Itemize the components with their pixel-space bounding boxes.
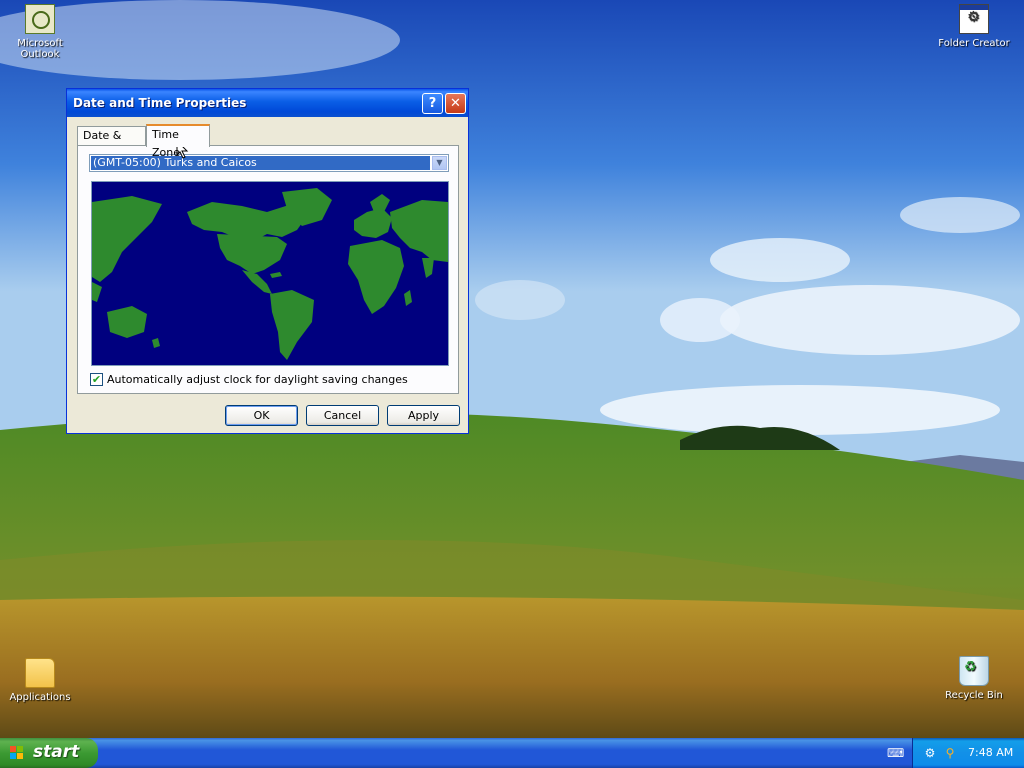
close-icon: ✕ bbox=[450, 96, 461, 111]
start-button[interactable]: start bbox=[0, 738, 98, 768]
recycle-bin-icon bbox=[959, 656, 989, 686]
desktop-icon-microsoft-outlook[interactable]: Microsoft Outlook bbox=[0, 4, 80, 60]
time-zone-selected-value: (GMT-05:00) Turks and Caicos bbox=[91, 156, 430, 170]
windows-logo-icon bbox=[10, 746, 24, 760]
outlook-icon bbox=[25, 4, 55, 34]
help-icon: ? bbox=[428, 96, 437, 111]
desktop-icon-label: Recycle Bin bbox=[945, 690, 1003, 701]
apply-button[interactable]: Apply bbox=[387, 405, 460, 426]
network-icon[interactable]: ⚙ bbox=[923, 746, 937, 760]
system-tray: ⚙ ⚲ 7:48 AM bbox=[912, 738, 1024, 768]
tab-date-and-time[interactable]: Date & Time bbox=[77, 126, 146, 160]
help-button[interactable]: ? bbox=[422, 93, 443, 114]
keyboard-icon[interactable]: ⌨ bbox=[887, 746, 904, 760]
taskbar-clock[interactable]: 7:48 AM bbox=[968, 738, 1013, 768]
date-time-properties-dialog: Date and Time Properties ? ✕ Date & Time… bbox=[66, 88, 469, 434]
folder-icon bbox=[25, 658, 55, 688]
tab-time-zone[interactable]: Time Zone bbox=[146, 124, 210, 159]
desktop-icon-label: Applications bbox=[9, 692, 71, 703]
folder-creator-icon bbox=[959, 4, 989, 34]
dialog-title: Date and Time Properties bbox=[73, 96, 247, 110]
search-icon[interactable]: ⚲ bbox=[943, 746, 957, 760]
world-map bbox=[91, 181, 449, 366]
chevron-down-icon[interactable]: ▼ bbox=[432, 156, 447, 170]
world-map-graphic bbox=[92, 182, 448, 365]
close-button[interactable]: ✕ bbox=[445, 93, 466, 114]
start-label: start bbox=[33, 742, 80, 762]
taskbar: start ⌨ ⚙ ⚲ 7:48 AM bbox=[0, 738, 1024, 768]
desktop-icon-applications[interactable]: Applications bbox=[0, 658, 80, 703]
desktop-icon-label: Microsoft Outlook bbox=[17, 38, 63, 60]
cancel-button[interactable]: Cancel bbox=[306, 405, 379, 426]
desktop-icon-label: Folder Creator bbox=[938, 38, 1010, 49]
desktop-icon-recycle-bin[interactable]: Recycle Bin bbox=[934, 656, 1014, 701]
ok-button[interactable]: OK bbox=[225, 405, 298, 426]
time-zone-panel: (GMT-05:00) Turks and Caicos ▼ ✔ Automat… bbox=[77, 145, 459, 394]
dialog-titlebar[interactable]: Date and Time Properties ? ✕ bbox=[67, 89, 468, 117]
dst-checkbox[interactable]: ✔ bbox=[90, 373, 103, 386]
dst-checkbox-label[interactable]: Automatically adjust clock for daylight … bbox=[107, 373, 408, 386]
time-zone-dropdown[interactable]: (GMT-05:00) Turks and Caicos ▼ bbox=[89, 154, 449, 172]
desktop-icon-folder-creator[interactable]: Folder Creator bbox=[934, 4, 1014, 49]
